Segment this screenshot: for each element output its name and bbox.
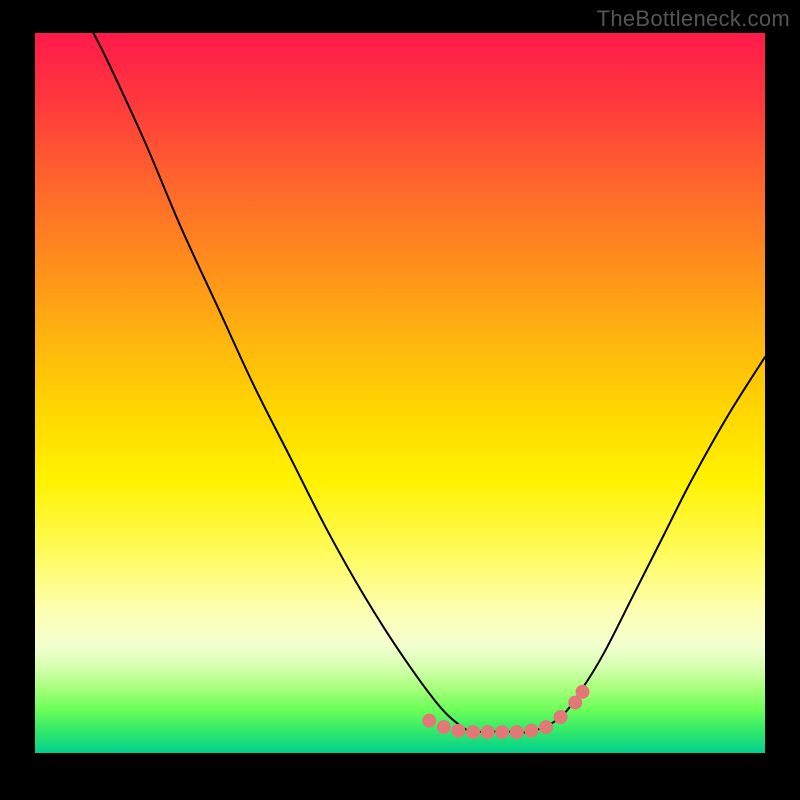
marker-dot (576, 685, 590, 699)
marker-dot (524, 724, 538, 738)
marker-dot (495, 725, 509, 739)
marker-dot (481, 725, 495, 739)
plot-area (35, 33, 765, 753)
marker-dot (539, 720, 553, 734)
marker-dot (510, 725, 524, 739)
marker-dot (451, 724, 465, 738)
curve-line (93, 33, 765, 732)
chart-svg (35, 33, 765, 753)
marker-dot (422, 714, 436, 728)
watermark-text: TheBottleneck.com (597, 6, 790, 32)
marker-dot (554, 710, 568, 724)
marker-dot (466, 725, 480, 739)
marker-dots (422, 685, 589, 739)
marker-dot (437, 720, 451, 734)
